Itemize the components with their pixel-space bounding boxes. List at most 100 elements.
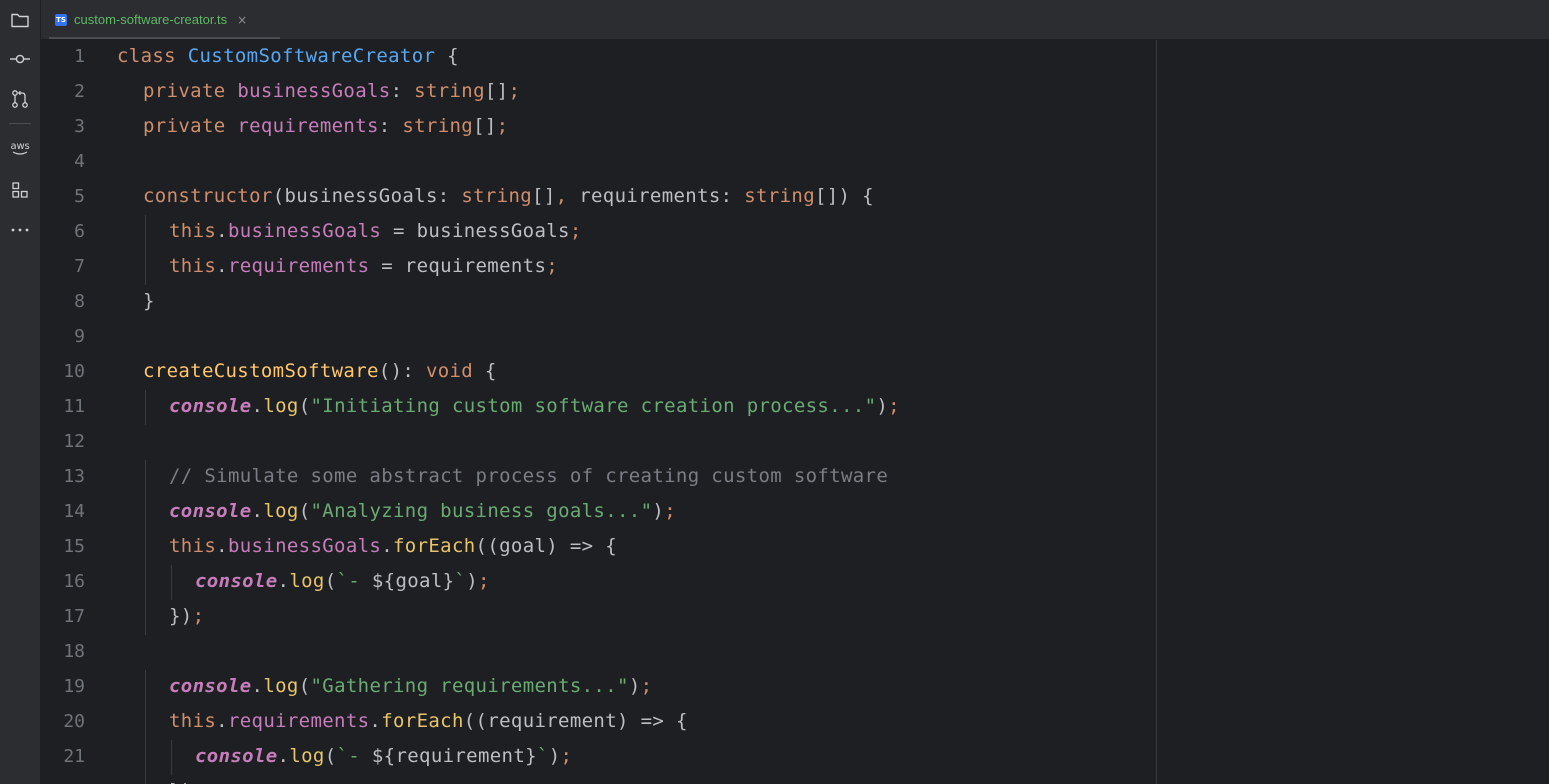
- code-token: ;: [888, 395, 900, 417]
- line-number: 20: [63, 711, 85, 732]
- tab-filename[interactable]: custom-software-creator.ts: [74, 12, 227, 27]
- code-token: (: [324, 745, 337, 767]
- code-line[interactable]: 1 class CustomSoftwareCreator {: [41, 40, 1549, 75]
- code-token: ${requirement}: [371, 745, 537, 767]
- code-token: businessGoals: [237, 80, 391, 102]
- code-line[interactable]: 16 console.log(`- ${goal}`);: [41, 565, 1549, 600]
- code-token: (: [298, 675, 311, 697]
- code-token: log: [289, 745, 325, 767]
- code-token: {: [473, 360, 497, 382]
- commit-icon[interactable]: [8, 47, 32, 71]
- code-token: ;: [546, 255, 559, 277]
- code-text: createCustomSoftware(): void {: [143, 360, 497, 382]
- line-number: 8: [74, 291, 85, 312]
- indent-guide: [171, 740, 172, 775]
- code-line[interactable]: 8}: [41, 285, 1549, 320]
- code-token: this: [169, 535, 217, 557]
- pull-requests-icon[interactable]: [8, 87, 32, 111]
- code-token: .: [216, 220, 228, 242]
- code-token: ;: [640, 675, 653, 697]
- line-number: 15: [63, 536, 85, 557]
- line-number: 2: [74, 81, 85, 102]
- aws-icon[interactable]: aws: [8, 136, 32, 160]
- code-line[interactable]: 11 console.log("Initiating custom softwar…: [41, 390, 1549, 425]
- line-number: 14: [63, 501, 85, 522]
- code-line[interactable]: 19 console.log("Gathering requirements...…: [41, 670, 1549, 705]
- code-token: string: [744, 185, 815, 207]
- code-text: console.log(`- ${requirement}`);: [195, 745, 572, 767]
- code-token: ): [628, 675, 641, 697]
- code-token: this: [169, 710, 217, 732]
- code-token: businessGoals: [227, 220, 382, 242]
- code-editor[interactable]: 1 class CustomSoftwareCreator {2 private b…: [41, 40, 1549, 784]
- close-tab-icon[interactable]: ×: [237, 13, 247, 27]
- code-token: log: [289, 570, 325, 592]
- code-text: console.log(`- ${goal}`);: [195, 570, 490, 592]
- code-token: forEach: [393, 535, 476, 557]
- line-number: 13: [63, 466, 85, 487]
- code-line[interactable]: 7 this.requirements = requirements;: [41, 250, 1549, 285]
- code-line[interactable]: 14 console.log("Analyzing business goals.…: [41, 495, 1549, 530]
- code-token: .: [277, 745, 290, 767]
- code-line[interactable]: 17});: [41, 600, 1549, 635]
- code-token: string: [414, 80, 485, 102]
- code-line[interactable]: 10 createCustomSoftware(): void {: [41, 355, 1549, 390]
- code-token: ${goal}: [371, 570, 455, 592]
- code-line[interactable]: 20 this.requirements.forEach((requirement…: [41, 705, 1549, 740]
- code-token: []) {: [814, 185, 874, 207]
- indent-guide: [145, 705, 146, 740]
- line-number: 3: [74, 116, 85, 137]
- code-token: void: [425, 360, 474, 382]
- indent-guide: [145, 670, 146, 705]
- code-text: // Simulate some abstract process of cre…: [169, 465, 888, 487]
- code-token: forEach: [381, 710, 464, 732]
- code-token: ;: [496, 115, 509, 137]
- code-token: "Analyzing business goals...": [310, 500, 653, 522]
- code-line[interactable]: 5 constructor(businessGoals: string[], re…: [41, 180, 1549, 215]
- more-icon[interactable]: [8, 218, 32, 242]
- line-number: 5: [74, 186, 85, 207]
- code-token: .: [216, 710, 228, 732]
- structure-icon[interactable]: [8, 178, 32, 202]
- code-line[interactable]: 9: [41, 320, 1549, 355]
- code-line[interactable]: 15 this.businessGoals.forEach((goal) => {: [41, 530, 1549, 565]
- code-line[interactable]: 21 console.log(`- ${requirement}`);: [41, 740, 1549, 775]
- code-line[interactable]: 6 this.businessGoals = businessGoals;: [41, 215, 1549, 250]
- code-text: this.requirements = requirements;: [169, 255, 558, 277]
- code-token: (: [298, 395, 311, 417]
- code-token: ;: [193, 780, 205, 784]
- code-token: :: [390, 80, 415, 102]
- code-token: {: [435, 45, 459, 67]
- code-text: console.log("Gathering requirements...")…: [169, 675, 652, 697]
- code-token: console: [195, 570, 278, 592]
- code-token: ():: [378, 360, 426, 382]
- project-folder-icon[interactable]: [8, 8, 32, 32]
- code-line[interactable]: 3 private requirements: string[];: [41, 110, 1549, 145]
- code-token: createCustomSoftware: [143, 360, 379, 382]
- code-token: ;: [560, 745, 573, 767]
- ide-window: aws TS custom-software-creator.ts × 1 cl…: [0, 0, 1549, 784]
- code-token: businessGoals: [227, 535, 382, 557]
- code-line[interactable]: 4: [41, 145, 1549, 180]
- code-line[interactable]: });: [41, 775, 1549, 784]
- line-number: 17: [63, 606, 85, 627]
- code-token: ;: [508, 80, 521, 102]
- code-token: requirements:: [579, 185, 745, 207]
- code-token: }: [143, 290, 155, 312]
- code-token: []: [473, 115, 497, 137]
- code-token: ((goal) => {: [475, 535, 618, 557]
- code-text: });: [169, 780, 204, 784]
- indent-guide: [145, 390, 146, 425]
- editor-tab-active[interactable]: TS custom-software-creator.ts ×: [49, 0, 280, 39]
- code-line[interactable]: 13 // Simulate some abstract process of c…: [41, 460, 1549, 495]
- code-line[interactable]: 12: [41, 425, 1549, 460]
- code-token: string: [402, 115, 474, 137]
- active-tab-indicator: [49, 37, 280, 39]
- code-token: .: [216, 255, 228, 277]
- code-token: .: [277, 570, 290, 592]
- code-token: string: [461, 185, 533, 207]
- code-line[interactable]: 2 private businessGoals: string[];: [41, 75, 1549, 110]
- code-token: console: [169, 500, 252, 522]
- line-number: 6: [74, 221, 85, 242]
- code-line[interactable]: 18: [41, 635, 1549, 670]
